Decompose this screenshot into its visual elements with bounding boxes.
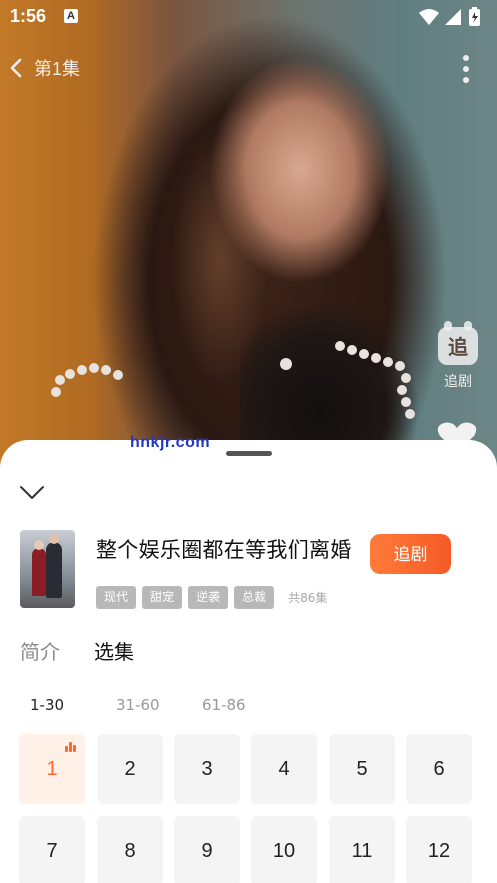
episode-number: 10: [272, 840, 296, 862]
episode-item[interactable]: 6: [406, 734, 472, 804]
chevron-down-icon[interactable]: [18, 480, 46, 504]
episode-item[interactable]: 5: [329, 734, 395, 804]
episode-number: 1: [46, 758, 58, 780]
episode-item[interactable]: 11: [329, 816, 395, 883]
episode-number: 7: [46, 840, 58, 862]
episode-count: 共86集: [288, 591, 328, 605]
episode-number: 9: [201, 840, 213, 862]
tag-list: 现代 甜宠 逆袭 总裁 共86集: [96, 586, 327, 609]
episode-number: 12: [427, 840, 451, 862]
range-31-60[interactable]: 31-60: [106, 696, 192, 720]
tab-intro[interactable]: 简介: [20, 636, 60, 666]
notification-a-icon: A: [64, 9, 78, 23]
status-time: 1:56: [10, 6, 47, 26]
episode-item-current[interactable]: 1: [19, 734, 85, 804]
episode-range-selector: 1-30 31-60 61-86: [20, 696, 278, 720]
episode-item[interactable]: 12: [406, 816, 472, 883]
system-status-icons: [419, 7, 480, 26]
episode-item[interactable]: 9: [174, 816, 240, 883]
episode-number: 4: [278, 758, 290, 780]
drama-info: 整个娱乐圈都在等我们离婚 追剧 现代 甜宠 逆袭 总裁 共86集: [20, 530, 490, 610]
episode-number: 6: [433, 758, 445, 780]
range-1-30[interactable]: 1-30: [20, 696, 106, 720]
follow-icon: 追: [438, 321, 478, 365]
genre-tag: 甜宠: [142, 586, 183, 609]
episode-item[interactable]: 4: [251, 734, 317, 804]
episode-item[interactable]: 7: [19, 816, 85, 883]
episode-title: 第1集: [34, 59, 81, 79]
episode-number: 11: [351, 840, 373, 862]
episode-item[interactable]: 2: [97, 734, 163, 804]
playing-bars-icon: [65, 742, 77, 752]
video-frame-detail: [51, 341, 415, 419]
episode-item[interactable]: 10: [251, 816, 317, 883]
side-follow-button[interactable]: 追 追剧: [434, 321, 482, 399]
episode-number: 5: [356, 758, 368, 780]
follow-button[interactable]: 追剧: [370, 534, 451, 574]
back-button[interactable]: 第1集: [8, 54, 118, 82]
signal-icon: [445, 9, 461, 25]
episode-number: 2: [124, 758, 136, 780]
drama-poster[interactable]: [20, 530, 75, 608]
drama-title: 整个娱乐圈都在等我们离婚: [96, 538, 352, 562]
episode-number: 3: [201, 758, 213, 780]
sheet-drag-handle[interactable]: [226, 451, 272, 456]
genre-tag: 现代: [96, 586, 137, 609]
episode-sheet: 整个娱乐圈都在等我们离婚 追剧 现代 甜宠 逆袭 总裁 共86集 简介 选集 1…: [0, 440, 497, 883]
range-61-86[interactable]: 61-86: [192, 696, 278, 720]
player-top-bar: 第1集: [0, 50, 497, 86]
tab-episodes[interactable]: 选集: [94, 636, 134, 666]
episode-item[interactable]: 3: [174, 734, 240, 804]
genre-tag: 逆袭: [188, 586, 229, 609]
genre-tag: 总裁: [234, 586, 275, 609]
status-bar: 1:56 A: [0, 0, 497, 34]
side-follow-label: 追剧: [444, 374, 472, 390]
episode-item[interactable]: 8: [97, 816, 163, 883]
episode-number: 8: [124, 840, 136, 862]
sheet-tabs: 简介 选集: [20, 636, 168, 666]
wifi-icon: [419, 9, 439, 25]
watermark-text: hnkjr.com: [130, 434, 211, 451]
more-vert-icon: [463, 55, 469, 61]
chevron-left-icon: [10, 58, 22, 78]
more-button[interactable]: [459, 52, 473, 86]
